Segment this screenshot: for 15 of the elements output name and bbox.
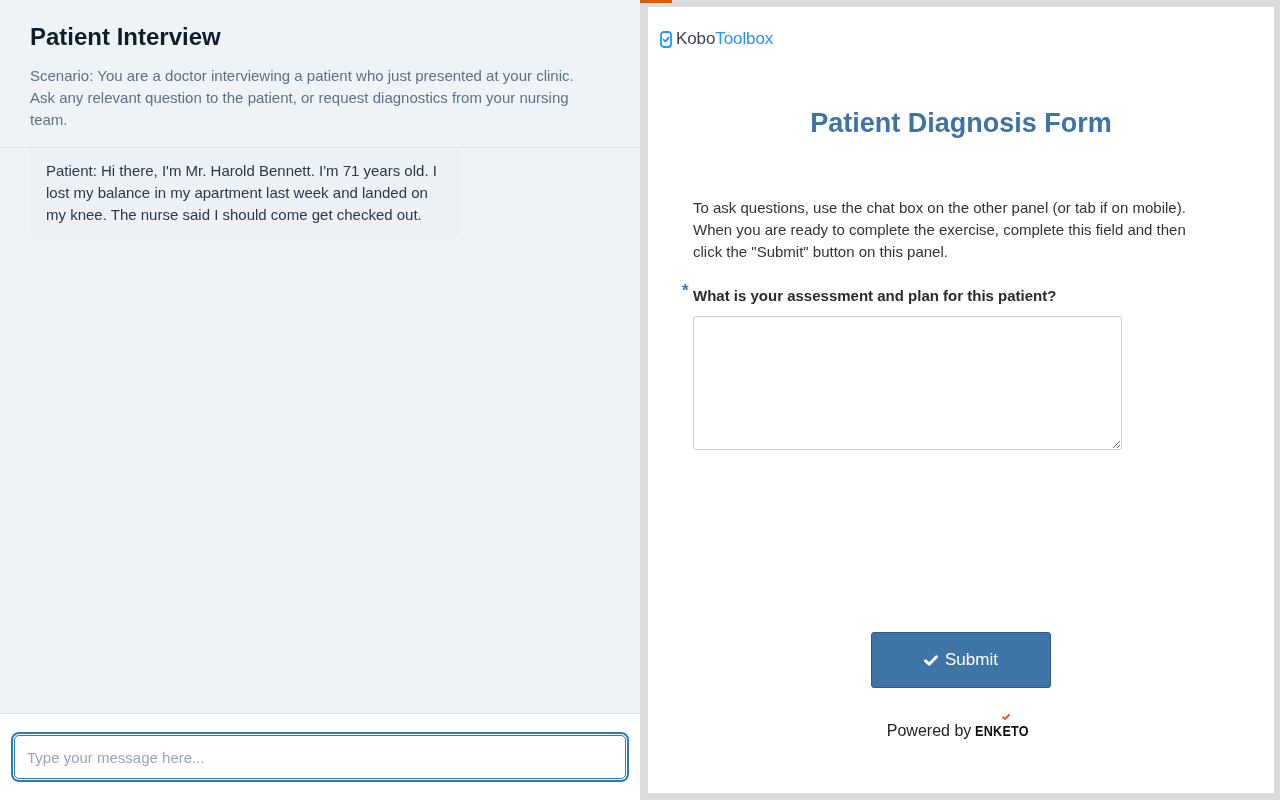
logo-wordmark: KoboToolbox bbox=[676, 30, 774, 48]
tick-icon bbox=[1002, 714, 1011, 720]
message-input[interactable]: Type your message here... bbox=[14, 735, 626, 779]
panel-title: Patient Interview bbox=[30, 22, 222, 52]
answer-field[interactable] bbox=[693, 316, 1122, 450]
instructions-text: To ask questions, use the chat box on the other panel (or tab if on mobile). When you are ready to complete the exercise, complete this field and then click the "Submit" button on this panel. bbox=[693, 198, 1187, 262]
form-title: Patient Diagnosis Form bbox=[809, 107, 1113, 140]
scenario-text: Scenario: You are a doctor interviewing a patient who just presented at your clinic. Ask any relevant question to the patient, or request diagnostics from your nursing team. bbox=[30, 66, 575, 130]
logo-wordmark: ENKETO bbox=[975, 724, 1030, 739]
clipboard-check-icon bbox=[660, 30, 672, 48]
check-icon bbox=[924, 654, 939, 666]
question-label: What is your assessment and plan for this patient? bbox=[693, 286, 1057, 306]
required-mark: * bbox=[682, 282, 689, 299]
powered-by-text: Powered by bbox=[886, 721, 972, 741]
submit-button[interactable]: Submit bbox=[871, 632, 1051, 688]
